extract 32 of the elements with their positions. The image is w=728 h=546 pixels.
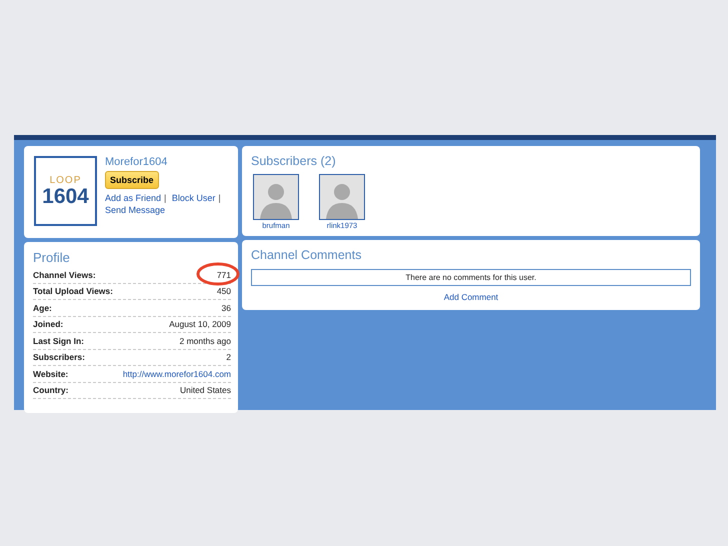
field-label: Total Upload Views:	[33, 286, 113, 296]
avatar-icon[interactable]	[319, 174, 365, 220]
website-link[interactable]: http://www.morefor1604.com	[122, 368, 231, 379]
action-link[interactable]: Add as Friend	[105, 193, 162, 203]
action-link[interactable]: Send Message	[105, 205, 166, 216]
field-label: Last Sign In:	[33, 336, 84, 346]
avatar-icon[interactable]	[253, 174, 299, 220]
field-label: Age:	[33, 302, 52, 313]
field-value: 2	[226, 352, 231, 362]
comments-heading: Channel Comments	[251, 248, 362, 262]
action-link[interactable]: Block User	[172, 193, 216, 203]
field-label: Website:	[33, 368, 68, 379]
field-label: Subscribers:	[33, 352, 85, 362]
subscribe-button[interactable]: Subscribe	[105, 171, 159, 189]
profile-heading: Profile	[33, 250, 71, 265]
field-value: 36	[222, 302, 231, 313]
channel-name-link[interactable]: Morefor1604	[105, 156, 230, 168]
field-value: 450	[216, 286, 231, 296]
field-value: 2 months ago	[179, 336, 231, 346]
field-label: Joined:	[33, 319, 64, 330]
separator: |	[218, 193, 221, 203]
empty-comments-message: There are no comments for this user.	[251, 269, 691, 286]
separator: |	[164, 193, 166, 203]
logo-text: LOOP	[50, 176, 82, 186]
logo-number: 1604	[42, 186, 89, 206]
field-value: August 10, 2009	[169, 319, 231, 330]
field-value: 771	[216, 270, 231, 280]
field-label: Country:	[33, 385, 68, 396]
add-comment-link[interactable]: Add Comment	[444, 292, 498, 302]
field-label: Channel Views:	[33, 270, 96, 280]
subscribers-heading: Subscribers (2)	[251, 154, 337, 168]
field-value: United States	[180, 385, 231, 396]
